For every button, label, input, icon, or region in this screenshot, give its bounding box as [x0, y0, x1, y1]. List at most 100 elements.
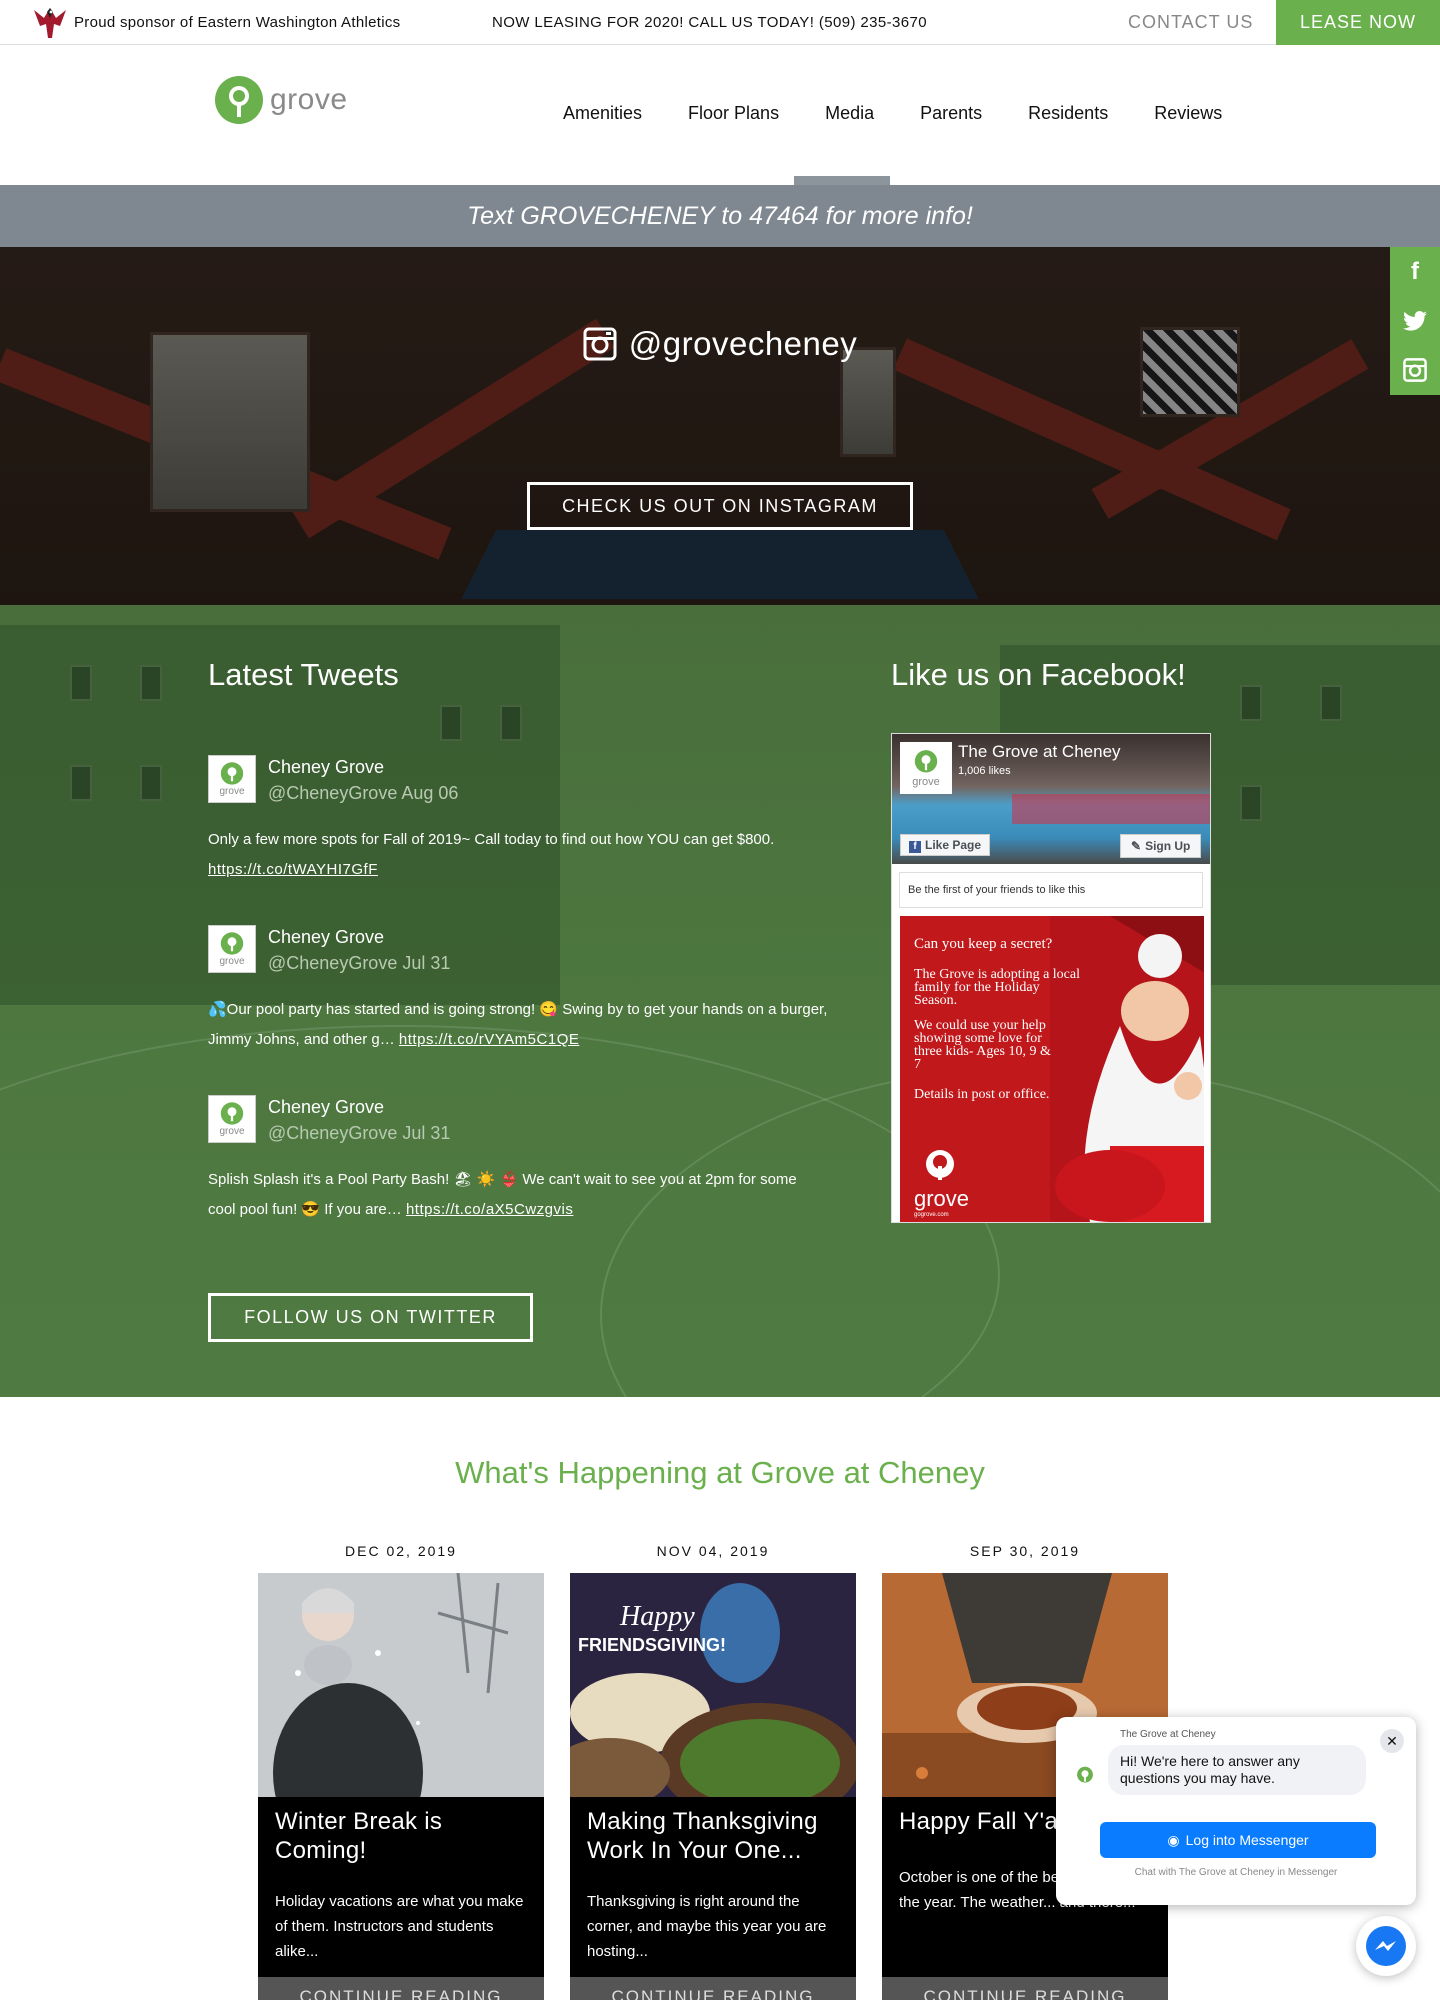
instagram-icon[interactable] [1390, 345, 1440, 394]
card-excerpt: Thanksgiving is right around the corner,… [587, 1893, 827, 1960]
continue-reading-button[interactable]: CONTINUE READING [570, 1977, 856, 2000]
main-nav: Amenities Floor Plans Media Parents Resi… [540, 103, 1245, 124]
facebook-friends-text: Be the first of your friends to like thi… [899, 872, 1203, 908]
post-line: We could use your help showing some love… [914, 1018, 1051, 1072]
post-date: DEC 02, 2019 [345, 1543, 457, 1559]
nav-parents[interactable]: Parents [920, 103, 982, 124]
text-banner: Text GROVECHENEY to 47464 for more info! [0, 185, 1440, 247]
instagram-section: @grovecheney CHECK US OUT ON INSTAGRAM [0, 247, 1440, 605]
tweet-link[interactable]: https://t.co/aX5Cwzgvis [406, 1201, 573, 1218]
nav-residents[interactable]: Residents [1028, 103, 1108, 124]
facebook-page-avatar[interactable]: grove [900, 742, 952, 794]
messenger-launcher[interactable] [1356, 1916, 1416, 1976]
twitter-icon[interactable] [1390, 296, 1440, 345]
avatar[interactable]: grove [208, 925, 256, 973]
grove-logo[interactable]: grove [214, 75, 348, 125]
news-card[interactable]: Happy FRIENDSGIVING! Making Thanksgiving… [570, 1573, 856, 2000]
sponsor-text: Proud sponsor of Eastern Washington Athl… [74, 14, 401, 31]
facebook-like-button[interactable]: f Like Page [900, 834, 991, 856]
post-line: Can you keep a secret? [914, 936, 1053, 952]
messenger-icon [1366, 1926, 1406, 1966]
follow-twitter-button[interactable]: FOLLOW US ON TWITTER [208, 1293, 533, 1342]
leasing-announcement: NOW LEASING FOR 2020! CALL US TODAY! (50… [492, 14, 928, 31]
facebook-signup-button[interactable]: ✎ Sign Up [1120, 834, 1202, 858]
signup-button-label: Sign Up [1145, 839, 1191, 853]
tweet-handle-date: @CheneyGrove Jul 31 [268, 1123, 451, 1143]
news-card[interactable]: Winter Break is Coming! Holiday vacation… [258, 1573, 544, 2000]
nav-reviews[interactable]: Reviews [1154, 103, 1222, 124]
card-title[interactable]: Winter Break is Coming! [275, 1807, 535, 1865]
close-icon[interactable]: ✕ [1380, 1729, 1404, 1753]
grove-leaf-icon [220, 762, 244, 785]
continue-reading-button[interactable]: CONTINUE READING [258, 1977, 544, 2000]
grove-leaf-icon [1077, 1766, 1093, 1783]
tweet-author[interactable]: Cheney Grove [268, 757, 384, 778]
photo-overlay [0, 247, 1440, 605]
instagram-icon [583, 327, 617, 361]
facebook-like-count: 1,006 likes [958, 765, 1011, 777]
building-window [440, 705, 462, 741]
facebook-post-image[interactable]: Can you keep a secret? The Grove is adop… [900, 916, 1204, 1222]
messenger-icon: ◉ [1167, 1832, 1180, 1848]
card-image[interactable] [258, 1573, 544, 1797]
top-bar: Proud sponsor of Eastern Washington Athl… [0, 0, 1440, 45]
facebook-heading: Like us on Facebook! [891, 657, 1186, 692]
tweet-author[interactable]: Cheney Grove [268, 927, 384, 948]
like-button-label: Like Page [925, 838, 982, 852]
nav-media[interactable]: Media [825, 103, 874, 124]
tweet-author[interactable]: Cheney Grove [268, 1097, 384, 1118]
nav-floor-plans[interactable]: Floor Plans [688, 103, 779, 124]
tweet-body: 💦Our pool party has started and is going… [208, 995, 828, 1055]
site-header: grove Amenities Floor Plans Media Parent… [0, 45, 1440, 185]
nav-amenities[interactable]: Amenities [563, 103, 642, 124]
building-window [1240, 685, 1262, 721]
facebook-cover-photo[interactable]: grove The Grove at Cheney 1,006 likes fL… [892, 734, 1210, 864]
instagram-handle[interactable]: @grovecheney [0, 325, 1440, 363]
post-date: NOV 04, 2019 [656, 1543, 770, 1559]
facebook-page-name[interactable]: The Grove at Cheney [958, 742, 1121, 762]
pencil-icon: ✎ [1131, 839, 1142, 853]
lease-now-button[interactable]: LEASE NOW [1276, 0, 1440, 45]
grove-leaf-icon [926, 1150, 954, 1180]
card-title[interactable]: Making Thanksgiving Work In Your One... [587, 1807, 847, 1865]
facebook-icon[interactable]: f [1390, 247, 1440, 296]
social-sidebar: f [1390, 247, 1440, 395]
avatar-logo-text: grove [912, 776, 940, 788]
log-into-messenger-button[interactable]: ◉ Log into Messenger [1100, 1822, 1376, 1858]
login-label: Log into Messenger [1185, 1832, 1309, 1848]
tweets-heading: Latest Tweets [208, 657, 399, 692]
tweet-text: Only a few more spots for Fall of 2019~ … [208, 831, 775, 848]
facebook-widget: grove The Grove at Cheney 1,006 likes fL… [891, 733, 1211, 1223]
contact-us-link[interactable]: CONTACT US [1128, 0, 1253, 45]
building-window [70, 765, 92, 801]
instagram-button[interactable]: CHECK US OUT ON INSTAGRAM [527, 482, 913, 530]
news-heading: What's Happening at Grove at Cheney [455, 1455, 985, 1490]
tweet-body: Splish Splash it's a Pool Party Bash! 🏖 … [208, 1165, 828, 1225]
continue-reading-button[interactable]: CONTINUE READING [882, 1977, 1168, 2000]
grove-leaf-icon [215, 76, 263, 124]
chat-page-name: The Grove at Cheney [1120, 1729, 1216, 1740]
card-image[interactable]: Happy FRIENDSGIVING! [570, 1573, 856, 1797]
active-nav-indicator [794, 176, 890, 185]
building-window [70, 665, 92, 701]
tweet-handle-date: @CheneyGrove Aug 06 [268, 783, 459, 803]
post-line: Details in post or office. [914, 1087, 1050, 1102]
avatar-logo-text: grove [219, 1126, 245, 1137]
chat-avatar [1070, 1761, 1100, 1791]
social-feed-section: Latest Tweets grove Cheney Grove @Cheney… [0, 605, 1440, 1397]
tweet-link[interactable]: https://t.co/rVYAm5C1QE [399, 1031, 579, 1048]
eagle-logo-icon [34, 7, 66, 38]
avatar[interactable]: grove [208, 1095, 256, 1143]
building-window [1240, 785, 1262, 821]
messenger-chat-popup: The Grove at Cheney ✕ Hi! We're here to … [1056, 1717, 1416, 1905]
winter-photo [258, 1573, 544, 1797]
avatar[interactable]: grove [208, 755, 256, 803]
tweet-link[interactable]: https://t.co/tWAYHI7GfF [208, 861, 378, 878]
friendsgiving-photo [570, 1573, 856, 1797]
building-window [140, 665, 162, 701]
grove-leaf-icon [914, 750, 938, 773]
news-section: What's Happening at Grove at Cheney DEC … [0, 1397, 1440, 2000]
instagram-handle-text: @grovecheney [628, 325, 858, 362]
sponsor-link[interactable]: Proud sponsor of Eastern Washington Athl… [30, 0, 400, 45]
building-window [140, 765, 162, 801]
